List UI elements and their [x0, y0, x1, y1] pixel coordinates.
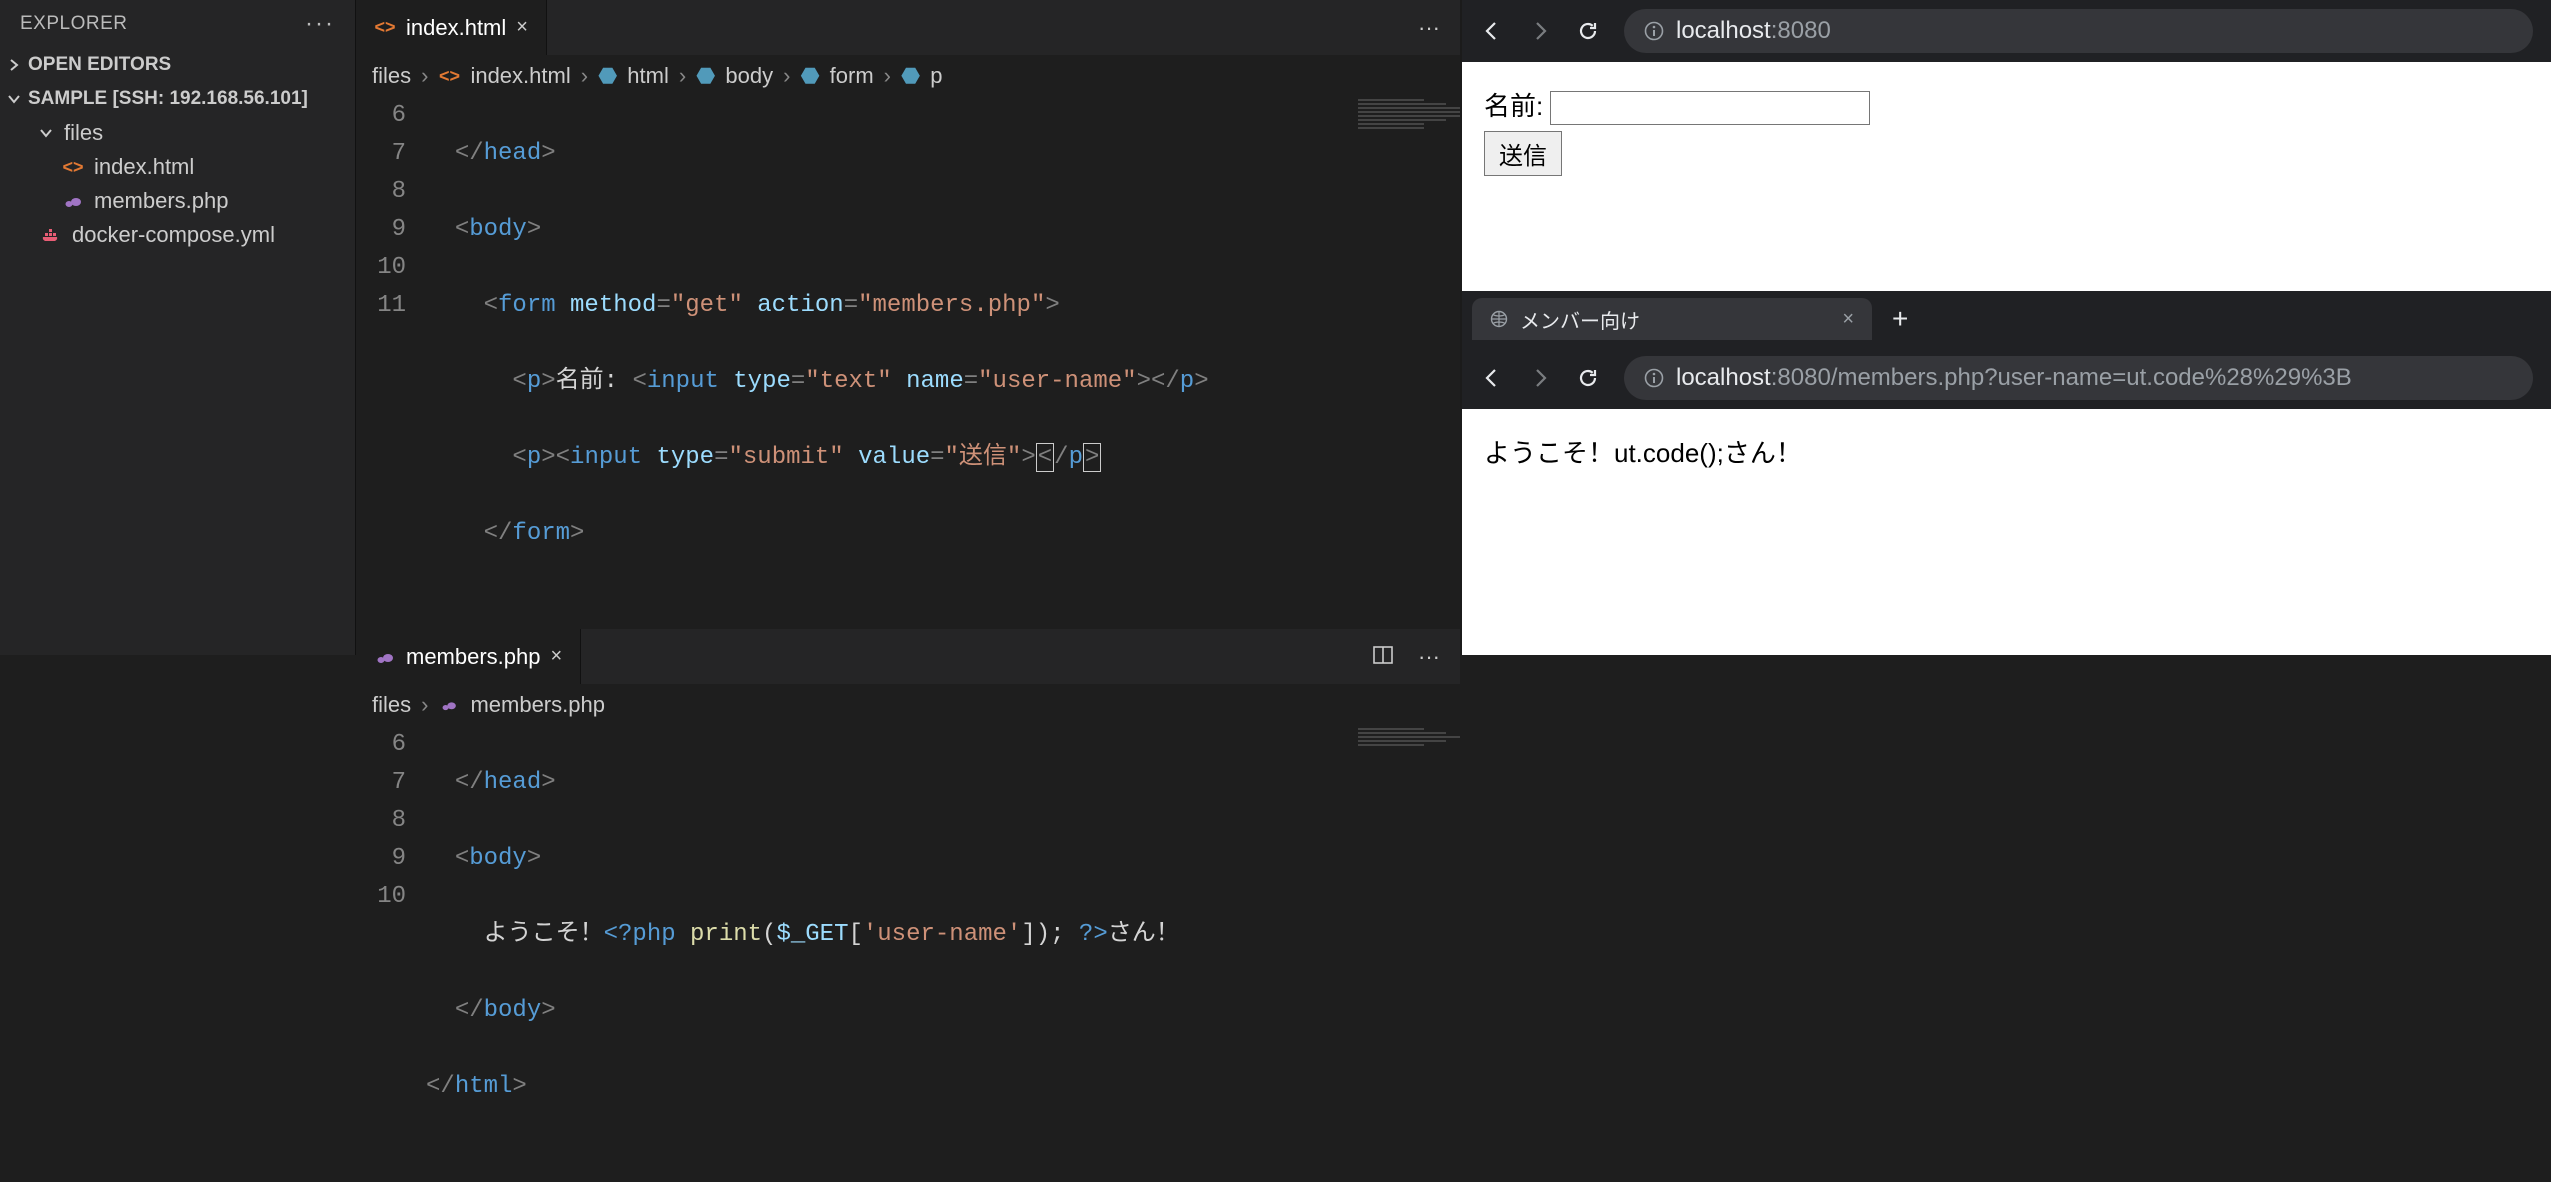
url-port: :8080 — [1771, 17, 1831, 44]
url-rest: :8080/members.php?user-name=ut.code%28%2… — [1771, 364, 2352, 391]
breadcrumb-top[interactable]: files› <> index.html› ⬣ html› ⬣ body› ⬣ … — [356, 55, 1460, 97]
workspace-label: SAMPLE [SSH: 192.168.56.101] — [28, 88, 308, 110]
explorer-sidebar: EXPLORER ··· OPEN EDITORS SAMPLE [SSH: 1… — [0, 0, 355, 655]
info-icon — [1644, 21, 1664, 41]
new-tab-button[interactable]: + — [1882, 303, 1918, 335]
browser-toolbar: localhost:8080/members.php?user-name=ut.… — [1462, 347, 2551, 409]
name-input[interactable] — [1550, 91, 1870, 125]
close-icon[interactable]: × — [516, 16, 528, 39]
crumb[interactable]: index.html — [470, 63, 570, 89]
globe-icon — [1490, 310, 1508, 328]
file-index-html[interactable]: <> index.html — [0, 150, 355, 184]
editor-group: <> index.html × ··· files› <> index.html… — [355, 0, 1460, 655]
docker-file-icon — [40, 224, 62, 246]
crumb[interactable]: form — [830, 63, 874, 89]
minimap[interactable] — [1350, 97, 1460, 629]
folder-files[interactable]: files — [0, 116, 355, 150]
file-members-php[interactable]: members.php — [0, 184, 355, 218]
crumb[interactable]: files — [372, 63, 411, 89]
more-icon[interactable]: ··· — [1418, 15, 1440, 41]
welcome-text: ようこそ！ut.code();さん！ — [1484, 433, 2529, 470]
symbol-icon: ⬣ — [800, 63, 819, 89]
file-label: members.php — [94, 188, 229, 214]
explorer-header: EXPLORER ··· — [0, 0, 355, 48]
code-lines[interactable]: </head> <body> <form method="get" action… — [426, 97, 1460, 629]
file-label: index.html — [94, 154, 194, 180]
browser-tab[interactable]: メンバー向け × — [1472, 298, 1872, 340]
crumb[interactable]: files — [372, 692, 411, 718]
address-bar[interactable]: localhost:8080 — [1624, 9, 2533, 53]
folder-label: files — [64, 120, 103, 146]
browser-window-top: localhost:8080 名前: — [1462, 0, 2551, 291]
line-gutter: 6 7 8 9 10 — [356, 726, 426, 1182]
browser-window-bottom: メンバー向け × + localhost:8080/members.php?us… — [1462, 291, 2551, 655]
chevron-down-icon — [8, 93, 22, 105]
chevron-right-icon — [8, 59, 22, 71]
php-file-icon — [62, 190, 84, 212]
reload-button[interactable] — [1576, 19, 1606, 43]
code-area-bottom[interactable]: 6 7 8 9 10 </head> <body> ようこそ！<?php pri… — [356, 726, 1460, 1182]
open-editors-section[interactable]: OPEN EDITORS — [0, 48, 355, 82]
line-gutter: 6 7 8 9 10 11 — [356, 97, 426, 629]
submit-button[interactable] — [1484, 131, 1562, 176]
info-icon — [1644, 368, 1664, 388]
symbol-icon: ⬣ — [598, 63, 617, 89]
workspace-section[interactable]: SAMPLE [SSH: 192.168.56.101] — [0, 82, 355, 116]
editor-pane-bottom: members.php × ··· files› members.php 6 — [356, 629, 1460, 1182]
html-file-icon: <> — [62, 156, 84, 178]
more-icon[interactable]: ··· — [1418, 644, 1440, 670]
back-button[interactable] — [1480, 19, 1510, 43]
name-label: 名前: — [1484, 91, 1543, 121]
tabbar-top: <> index.html × ··· — [356, 0, 1460, 55]
html-file-icon: <> — [438, 65, 460, 87]
editor-pane-top: <> index.html × ··· files› <> index.html… — [356, 0, 1460, 629]
minimap[interactable] — [1350, 726, 1460, 1182]
file-label: docker-compose.yml — [72, 222, 275, 248]
tab-members-php[interactable]: members.php × — [356, 629, 581, 684]
open-editors-label: OPEN EDITORS — [28, 54, 171, 76]
tabbar-bottom: members.php × ··· — [356, 629, 1460, 684]
code-lines[interactable]: </head> <body> ようこそ！<?php print($_GET['u… — [426, 726, 1460, 1182]
browser-panels: localhost:8080 名前: メンバー向け — [1460, 0, 2551, 655]
explorer-title: EXPLORER — [20, 13, 127, 35]
file-tree: files <> index.html members.php docker-c… — [0, 116, 355, 252]
tab-index-html[interactable]: <> index.html × — [356, 0, 547, 55]
file-docker-compose[interactable]: docker-compose.yml — [0, 218, 355, 252]
page-content-bottom: ようこそ！ut.code();さん！ — [1462, 409, 2551, 655]
split-editor-icon[interactable] — [1372, 644, 1394, 670]
close-icon[interactable]: × — [551, 645, 563, 668]
crumb[interactable]: p — [930, 63, 942, 89]
browser-tabstrip: メンバー向け × + — [1462, 291, 2551, 347]
crumb[interactable]: body — [725, 63, 773, 89]
chevron-down-icon — [40, 127, 54, 139]
close-icon[interactable]: × — [1842, 308, 1854, 331]
address-bar[interactable]: localhost:8080/members.php?user-name=ut.… — [1624, 356, 2533, 400]
tab-label: index.html — [406, 15, 506, 41]
reload-button[interactable] — [1576, 366, 1606, 390]
php-file-icon — [438, 694, 460, 716]
forward-button[interactable] — [1528, 19, 1558, 43]
url-host: localhost — [1676, 364, 1771, 391]
crumb[interactable]: members.php — [470, 692, 605, 718]
code-area-top[interactable]: 6 7 8 9 10 11 </head> <body> <form metho… — [356, 97, 1460, 629]
breadcrumb-bottom[interactable]: files› members.php — [356, 684, 1460, 726]
more-icon[interactable]: ··· — [305, 10, 335, 38]
forward-button[interactable] — [1528, 366, 1558, 390]
tab-label: members.php — [406, 644, 541, 670]
html-file-icon: <> — [374, 17, 396, 39]
symbol-icon: ⬣ — [901, 63, 920, 89]
page-content-top: 名前: — [1462, 62, 2551, 291]
php-file-icon — [374, 646, 396, 668]
symbol-icon: ⬣ — [696, 63, 715, 89]
back-button[interactable] — [1480, 366, 1510, 390]
demo-form: 名前: — [1484, 86, 2529, 176]
browser-tab-title: メンバー向け — [1520, 305, 1640, 334]
url-host: localhost — [1676, 17, 1771, 44]
browser-toolbar: localhost:8080 — [1462, 0, 2551, 62]
crumb[interactable]: html — [627, 63, 669, 89]
